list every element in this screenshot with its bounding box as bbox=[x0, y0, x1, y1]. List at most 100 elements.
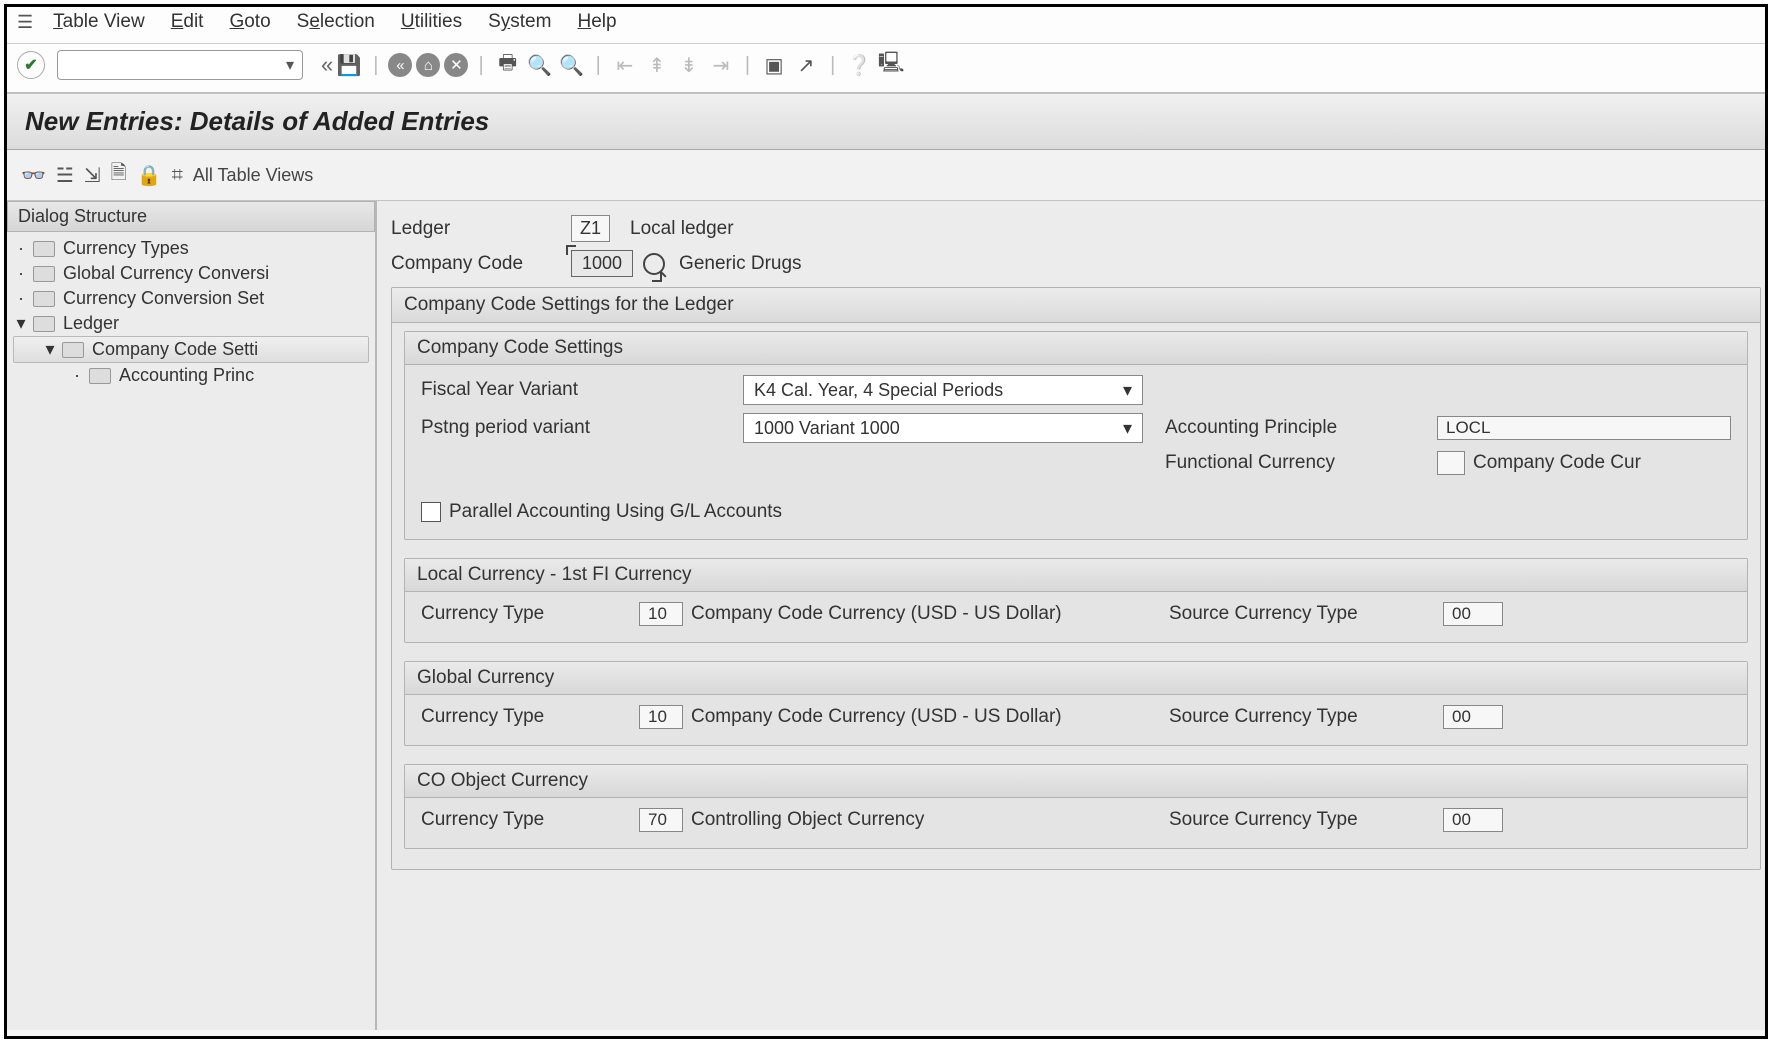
back-chevron-icon[interactable]: « bbox=[321, 52, 327, 78]
header-fields: Ledger Z1 Local ledger Company Code 1000… bbox=[391, 215, 1765, 277]
menu-edit[interactable]: Edit bbox=[171, 11, 204, 33]
menu-selection[interactable]: Selection bbox=[297, 11, 375, 33]
shortcut-icon[interactable]: ↗ bbox=[792, 51, 820, 79]
menu-table-view[interactable]: TTable Viewable View bbox=[53, 11, 145, 33]
folder-icon bbox=[33, 266, 55, 282]
folder-icon bbox=[62, 342, 84, 358]
local-source-currency-value[interactable]: 00 bbox=[1443, 602, 1503, 626]
save-icon[interactable]: 💾 bbox=[335, 51, 363, 79]
outer-group-title: Company Code Settings for the Ledger bbox=[392, 288, 1760, 323]
global-currency-title: Global Currency bbox=[405, 662, 1747, 695]
ledger-desc: Local ledger bbox=[630, 218, 734, 240]
parallel-accounting-label: Parallel Accounting Using G/L Accounts bbox=[449, 501, 782, 523]
prev-page-icon[interactable]: ⇞ bbox=[643, 51, 671, 79]
body: Dialog Structure · Currency Types · Glob… bbox=[7, 201, 1765, 1030]
menu-goto[interactable]: Goto bbox=[229, 11, 270, 33]
find-next-icon[interactable]: 🔍 bbox=[558, 51, 586, 79]
standard-toolbar: ✔ « 💾 | « ⌂ ✕ | 🖶 🔍 🔍 | ⇤ ⇞ ⇟ ⇥ | ▣ ↗ | … bbox=[7, 44, 1765, 93]
layout-icon[interactable]: 🖳 bbox=[877, 51, 905, 79]
main-pane: Ledger Z1 Local ledger Company Code 1000… bbox=[377, 201, 1765, 1030]
folder-icon bbox=[33, 316, 55, 332]
local-currency-type-desc: Company Code Currency (USD - US Dollar) bbox=[691, 603, 1161, 625]
company-code-value[interactable]: 1000 bbox=[571, 250, 633, 277]
global-currency-group: Global Currency Currency Type 10 Company… bbox=[404, 661, 1748, 746]
posting-period-variant-dropdown[interactable]: 1000 Variant 1000 ▾ bbox=[743, 413, 1143, 443]
co-object-currency-group: CO Object Currency Currency Type 70 Cont… bbox=[404, 764, 1748, 849]
command-field[interactable] bbox=[57, 50, 303, 80]
tree-node-currency-conversion-set[interactable]: · Currency Conversion Set bbox=[13, 286, 369, 311]
collapse-icon[interactable]: ☱ bbox=[56, 163, 74, 188]
window-menu-icon[interactable]: ☰ bbox=[17, 12, 33, 33]
page-title: New Entries: Details of Added Entries bbox=[7, 93, 1765, 150]
menu-help[interactable]: Help bbox=[577, 11, 616, 33]
functional-currency-trail: Company Code Cur bbox=[1473, 452, 1641, 474]
co-currency-type-label: Currency Type bbox=[421, 809, 631, 831]
next-page-icon[interactable]: ⇟ bbox=[675, 51, 703, 79]
tree-node-company-code-settings[interactable]: ▾ Company Code Setti bbox=[13, 336, 369, 363]
application-toolbar: 👓 ☱ ⇲ 🗎 🔒 ⌗ All Table Views bbox=[7, 150, 1765, 201]
folder-icon bbox=[33, 241, 55, 257]
sap-window: ☰ TTable Viewable View Edit Goto Selecti… bbox=[4, 4, 1768, 1039]
exit-icon[interactable]: ⌂ bbox=[416, 53, 440, 77]
co-source-currency-value[interactable]: 00 bbox=[1443, 808, 1503, 832]
first-page-icon[interactable]: ⇤ bbox=[611, 51, 639, 79]
company-code-desc: Generic Drugs bbox=[679, 253, 802, 275]
global-currency-type-value[interactable]: 10 bbox=[639, 705, 683, 729]
functional-currency-value[interactable] bbox=[1437, 451, 1465, 475]
local-currency-title: Local Currency - 1st FI Currency bbox=[405, 559, 1747, 592]
folder-icon bbox=[33, 291, 55, 307]
posting-period-variant-label: Pstng period variant bbox=[421, 417, 721, 439]
separator: | bbox=[745, 54, 750, 77]
expand-icon[interactable]: ⇲ bbox=[84, 163, 101, 188]
separator: | bbox=[373, 54, 378, 77]
accounting-principle-label: Accounting Principle bbox=[1165, 417, 1425, 439]
separator: | bbox=[478, 54, 483, 77]
global-source-currency-label: Source Currency Type bbox=[1169, 706, 1429, 728]
tree-node-currency-types[interactable]: · Currency Types bbox=[13, 236, 369, 261]
tree-label: Global Currency Conversi bbox=[63, 263, 269, 284]
co-source-currency-label: Source Currency Type bbox=[1169, 809, 1429, 831]
tree-label: Accounting Princ bbox=[119, 365, 254, 386]
settings-title: Company Code Settings bbox=[405, 332, 1747, 365]
glasses-icon[interactable]: 👓 bbox=[21, 163, 46, 188]
chevron-down-icon: ▾ bbox=[1123, 380, 1132, 401]
ledger-value[interactable]: Z1 bbox=[571, 215, 610, 242]
tree-node-ledger[interactable]: ▾ Ledger bbox=[13, 311, 369, 336]
find-icon[interactable]: 🔍 bbox=[526, 51, 554, 79]
enter-button[interactable]: ✔ bbox=[17, 51, 45, 79]
print-icon[interactable]: 🖶 bbox=[494, 51, 522, 79]
local-source-currency-label: Source Currency Type bbox=[1169, 603, 1429, 625]
parallel-accounting-checkbox[interactable] bbox=[421, 502, 441, 522]
dialog-structure-sidebar: Dialog Structure · Currency Types · Glob… bbox=[7, 201, 377, 1030]
global-currency-type-desc: Company Code Currency (USD - US Dollar) bbox=[691, 706, 1161, 728]
global-currency-type-label: Currency Type bbox=[421, 706, 631, 728]
help-icon[interactable]: ❔ bbox=[845, 51, 873, 79]
last-page-icon[interactable]: ⇥ bbox=[707, 51, 735, 79]
global-source-currency-value[interactable]: 00 bbox=[1443, 705, 1503, 729]
co-currency-type-value[interactable]: 70 bbox=[639, 808, 683, 832]
back-icon[interactable]: « bbox=[388, 53, 412, 77]
fiscal-year-variant-dropdown[interactable]: K4 Cal. Year, 4 Special Periods ▾ bbox=[743, 375, 1143, 405]
ledger-label: Ledger bbox=[391, 218, 571, 240]
local-currency-type-value[interactable]: 10 bbox=[639, 602, 683, 626]
accounting-principle-value[interactable]: LOCL bbox=[1437, 416, 1731, 440]
document-icon[interactable]: 🗎 bbox=[111, 158, 127, 192]
menu-system[interactable]: System bbox=[488, 11, 551, 33]
cancel-icon[interactable]: ✕ bbox=[444, 53, 468, 77]
menu-utilities[interactable]: Utilities bbox=[401, 11, 462, 33]
fiscal-year-variant-label: Fiscal Year Variant bbox=[421, 379, 721, 401]
co-currency-title: CO Object Currency bbox=[405, 765, 1747, 798]
all-table-views-label[interactable]: All Table Views bbox=[193, 165, 313, 186]
local-currency-group: Local Currency - 1st FI Currency Currenc… bbox=[404, 558, 1748, 643]
tree-node-accounting-principles[interactable]: · Accounting Princ bbox=[13, 363, 369, 388]
search-icon[interactable] bbox=[643, 253, 665, 275]
lock-icon[interactable]: 🔒 bbox=[137, 163, 162, 188]
separator: | bbox=[830, 54, 835, 77]
table-icon[interactable]: ⌗ bbox=[172, 164, 183, 187]
menu-bar: ☰ TTable Viewable View Edit Goto Selecti… bbox=[7, 7, 1765, 44]
new-session-icon[interactable]: ▣ bbox=[760, 51, 788, 79]
fiscal-year-variant-value: K4 Cal. Year, 4 Special Periods bbox=[754, 380, 1003, 401]
tree-label: Ledger bbox=[63, 313, 119, 334]
tree-node-global-currency-conv[interactable]: · Global Currency Conversi bbox=[13, 261, 369, 286]
company-code-settings-group: Company Code Settings Fiscal Year Varian… bbox=[404, 331, 1748, 540]
